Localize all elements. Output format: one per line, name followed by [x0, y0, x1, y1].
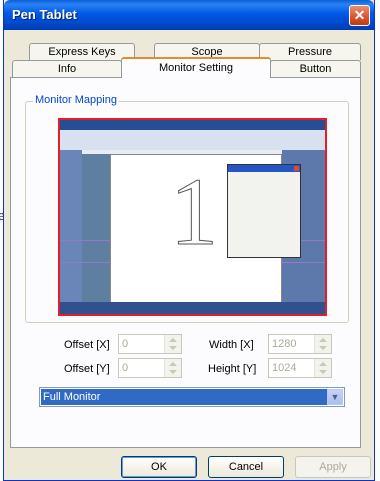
height-y-label: Height [Y] [208, 363, 257, 375]
spin-down-icon[interactable] [319, 370, 327, 374]
offset-y-spin-arrows[interactable] [164, 359, 181, 377]
preview-status-bar [60, 302, 325, 314]
width-x-value: 1280 [272, 338, 297, 350]
tab-pressure[interactable]: Pressure [259, 43, 361, 60]
spin-up-icon[interactable] [319, 362, 327, 366]
monitor-select[interactable]: Full Monitor ▼ [39, 387, 345, 407]
tab-info[interactable]: Info [12, 60, 122, 77]
spin-up-icon[interactable] [319, 338, 327, 342]
close-button[interactable]: ✕ [349, 5, 370, 26]
preview-dialog-window [227, 164, 301, 258]
apply-button[interactable]: Apply [295, 456, 371, 478]
monitor-mapping-label: Monitor Mapping [33, 94, 119, 106]
width-x-spinbox[interactable]: 1280 [268, 334, 332, 354]
spin-up-icon[interactable] [169, 338, 177, 342]
monitor-select-value: Full Monitor [41, 389, 327, 405]
offset-x-value: 0 [122, 338, 129, 350]
preview-menu-bar [60, 120, 325, 130]
offset-y-value: 0 [122, 362, 129, 374]
window-title: Pen Tablet [12, 7, 77, 22]
width-x-label: Width [X] [209, 339, 254, 351]
tab-button[interactable]: Button [270, 60, 361, 77]
spin-up-icon[interactable] [169, 362, 177, 366]
monitor-select-dropdown-button[interactable]: ▼ [327, 389, 343, 405]
spin-down-icon[interactable] [169, 346, 177, 350]
preview-monitor-number: 1 [170, 158, 219, 265]
height-y-spin-arrows[interactable] [314, 359, 331, 377]
spin-down-icon[interactable] [319, 346, 327, 350]
preview-dialog-close-icon [294, 166, 299, 171]
title-bar[interactable]: Pen Tablet ✕ [4, 0, 374, 30]
offset-y-spinbox[interactable]: 0 [118, 358, 182, 378]
tab-express-keys[interactable]: Express Keys [29, 43, 135, 60]
chevron-down-icon: ▼ [330, 392, 340, 402]
height-y-value: 1024 [272, 362, 297, 374]
offset-y-label: Offset [Y] [64, 363, 110, 375]
tab-monitor-setting[interactable]: Monitor Setting [121, 57, 271, 78]
offset-x-label: Offset [X] [64, 339, 110, 351]
cancel-button[interactable]: Cancel [208, 456, 284, 478]
monitor-preview[interactable]: 1 [58, 118, 327, 316]
ok-button[interactable]: OK [121, 456, 197, 478]
preview-left-pane [60, 150, 82, 304]
spin-down-icon[interactable] [169, 370, 177, 374]
offset-x-spinbox[interactable]: 0 [118, 334, 182, 354]
width-x-spin-arrows[interactable] [314, 335, 331, 353]
close-icon: ✕ [353, 7, 366, 23]
height-y-spinbox[interactable]: 1024 [268, 358, 332, 378]
preview-dialog-title-bar [228, 165, 300, 172]
offset-x-spin-arrows[interactable] [164, 335, 181, 353]
preview-toolbar [60, 130, 325, 150]
